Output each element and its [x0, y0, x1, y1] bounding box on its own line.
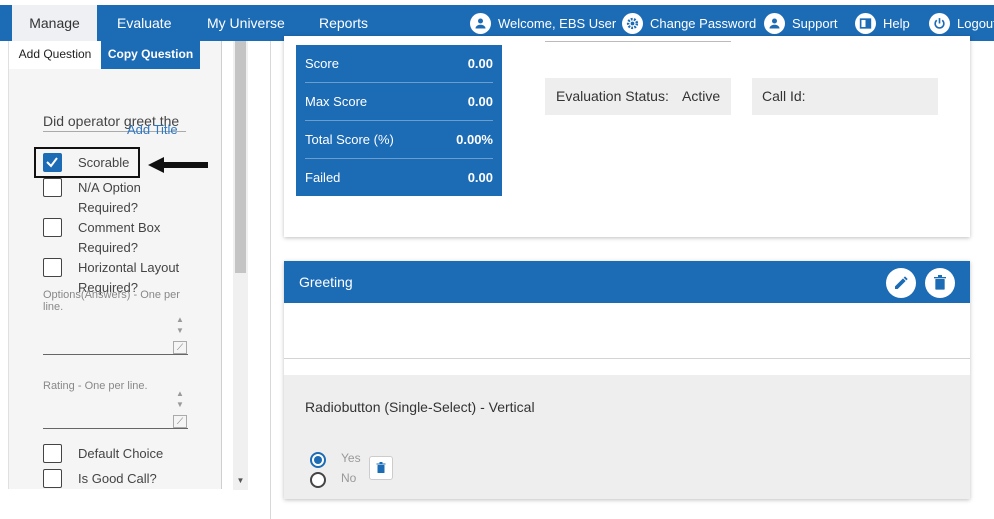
max-score-value: 0.00: [467, 94, 493, 109]
delete-section-button[interactable]: [925, 268, 955, 298]
evaluation-status-box: Evaluation Status: Active: [545, 78, 731, 115]
comment-box-checkbox[interactable]: [43, 218, 62, 237]
max-score-row: Max Score 0.00: [305, 83, 493, 121]
is-good-call-checkbox[interactable]: [43, 469, 62, 488]
check-icon: [46, 157, 58, 168]
comment-box-label: Comment Box Required?: [78, 220, 161, 255]
score-value: 0.00: [467, 56, 493, 71]
nav-tab-label: Reports: [319, 15, 369, 31]
default-choice-label: Default Choice: [78, 446, 164, 461]
failed-row: Failed 0.00: [305, 159, 493, 197]
resize-handle-icon[interactable]: ⟋: [173, 341, 187, 354]
evaluation-status-value: Active: [682, 88, 721, 104]
section-header: [284, 261, 970, 303]
question-type-label: Radiobutton (Single-Select) - Vertical: [305, 399, 535, 415]
help-label: Help: [883, 15, 910, 31]
radio-no-label: No: [341, 471, 357, 485]
scroll-down-icon[interactable]: ▼: [233, 474, 248, 488]
tab-copy-question[interactable]: Copy Question: [101, 41, 200, 69]
pencil-icon: [895, 276, 908, 289]
trash-icon: [376, 462, 386, 473]
evaluation-status-label: Evaluation Status:: [556, 88, 669, 104]
call-id-label: Call Id:: [762, 88, 806, 104]
nav-tab-evaluate[interactable]: Evaluate: [117, 5, 171, 41]
nav-tab-my-universe[interactable]: My Universe: [207, 5, 285, 41]
account-circle-icon: [764, 12, 785, 34]
score-label: Score: [305, 56, 339, 71]
horizontal-layout-checkbox[interactable]: [43, 258, 62, 277]
account-circle-icon: [470, 12, 491, 34]
max-score-label: Max Score: [305, 94, 368, 109]
question-block: [284, 375, 970, 499]
is-good-call-label: Is Good Call?: [78, 471, 157, 486]
options-answers-label: Options(Answers) - One per line.: [43, 289, 180, 313]
default-choice-checkbox[interactable]: [43, 444, 62, 463]
delete-option-button[interactable]: [369, 456, 393, 480]
na-option-label: N/A Option Required?: [78, 180, 141, 215]
arrow-pointer-icon: [148, 157, 208, 173]
tab-label: Add Question: [18, 47, 92, 61]
total-score-value: 0.00%: [456, 132, 493, 147]
scrollbar-thumb[interactable]: [235, 41, 246, 273]
section-title: Greeting: [299, 274, 353, 290]
radio-yes[interactable]: [310, 452, 326, 468]
book-icon: [855, 12, 876, 34]
nav-tab-label: My Universe: [207, 15, 285, 31]
radio-yes-label: Yes: [341, 451, 361, 465]
failed-label: Failed: [305, 170, 341, 185]
nav-tab-label: Manage: [29, 15, 80, 31]
rating-textarea[interactable]: [43, 385, 188, 429]
support-label: Support: [792, 15, 838, 31]
tab-add-question[interactable]: Add Question: [9, 41, 101, 69]
section-divider: [284, 358, 970, 359]
score-row: Score 0.00: [305, 45, 493, 83]
failed-value: 0.00: [467, 170, 493, 185]
radio-no[interactable]: [310, 472, 326, 488]
add-title-link[interactable]: Add Title: [127, 122, 178, 137]
total-score-row: Total Score (%) 0.00%: [305, 121, 493, 159]
user-label: Welcome, EBS User: [498, 15, 617, 31]
edit-section-button[interactable]: [886, 268, 916, 298]
main-divider: [270, 41, 271, 519]
gear-icon: [622, 12, 643, 34]
options-spinner-icon[interactable]: ▲ ▼: [173, 314, 187, 336]
score-summary-table: Score 0.00 Max Score 0.00 Total Score (%…: [296, 45, 502, 196]
trash-icon: [934, 275, 946, 290]
na-option-checkbox[interactable]: [43, 178, 62, 197]
options-answers-textarea[interactable]: [43, 311, 188, 355]
nav-tab-label: Evaluate: [117, 15, 172, 31]
call-id-box: Call Id:: [752, 78, 938, 115]
tab-label: Copy Question: [107, 47, 194, 61]
header-underline: [545, 41, 731, 42]
resize-handle-icon[interactable]: ⟋: [173, 415, 187, 428]
total-score-label: Total Score (%): [305, 132, 394, 147]
nav-tab-manage[interactable]: Manage: [12, 5, 97, 41]
rating-spinner-icon[interactable]: ▲ ▼: [173, 388, 187, 410]
add-title-label: Add Title: [127, 122, 178, 137]
scorable-label: Scorable: [78, 155, 130, 170]
scorable-checkbox[interactable]: [43, 153, 62, 172]
power-icon: [929, 12, 950, 34]
change-password-label: Change Password: [650, 15, 757, 31]
logout-label: Logout: [957, 15, 994, 31]
